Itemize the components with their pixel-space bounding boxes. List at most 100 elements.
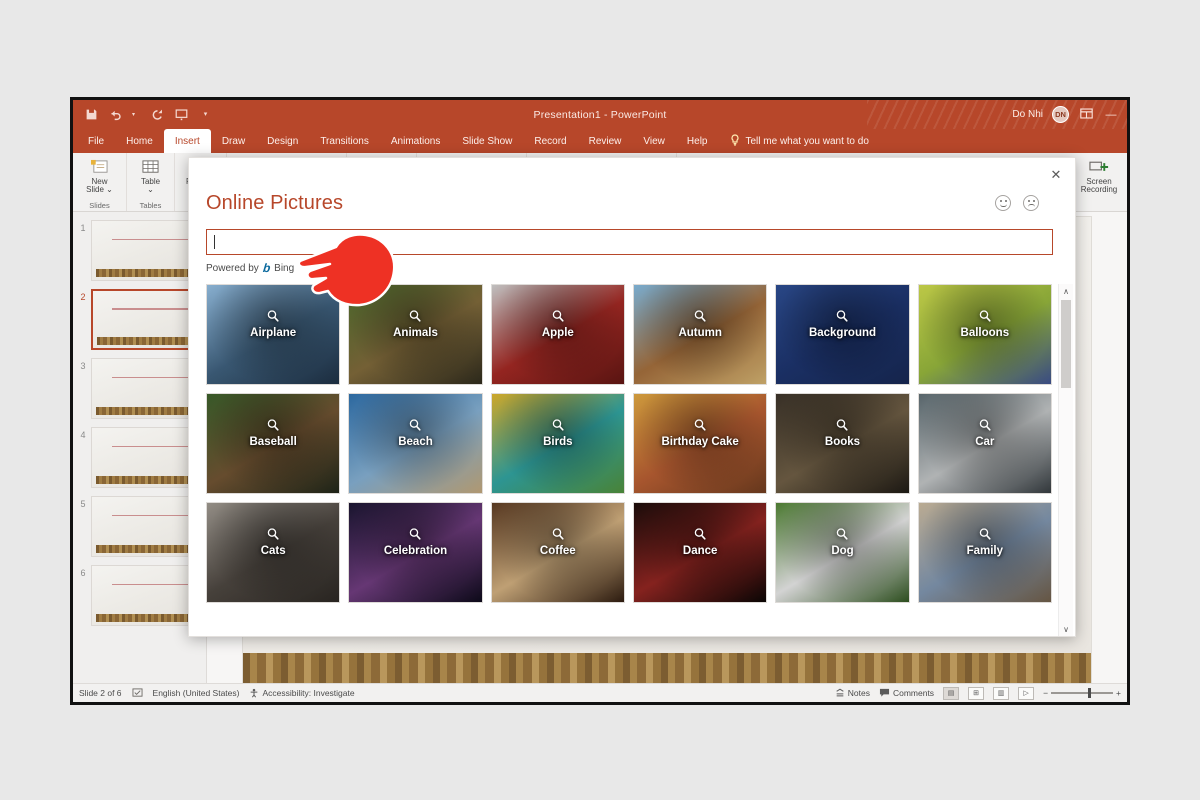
category-tile[interactable]: Coffee bbox=[490, 502, 625, 603]
tab-slide-show[interactable]: Slide Show bbox=[451, 129, 523, 153]
category-tile[interactable]: Celebration bbox=[348, 502, 483, 603]
powered-by-label: Powered by bbox=[206, 262, 259, 274]
category-tile[interactable]: Background bbox=[775, 284, 910, 385]
reading-view-button[interactable]: ▥ bbox=[993, 686, 1010, 700]
category-tile[interactable]: Dog bbox=[775, 502, 910, 603]
list-item[interactable]: 6 bbox=[73, 565, 206, 634]
minimize-icon[interactable]: — bbox=[1103, 109, 1119, 121]
list-item[interactable]: 1 bbox=[73, 220, 206, 289]
tab-review[interactable]: Review bbox=[578, 129, 633, 153]
category-tile[interactable]: Autumn bbox=[632, 284, 768, 385]
search-icon bbox=[978, 309, 992, 323]
zoom-slider[interactable]: − + bbox=[1043, 688, 1121, 699]
category-tile-label: Dance bbox=[682, 545, 718, 557]
list-item[interactable]: 2 bbox=[73, 289, 206, 358]
category-tile[interactable]: Dance bbox=[632, 502, 768, 603]
ribbon-tabs[interactable]: File Home Insert Draw Design Transitions… bbox=[73, 129, 1127, 153]
scroll-down-icon[interactable]: ∨ bbox=[1059, 622, 1073, 636]
slide-number: 3 bbox=[80, 361, 86, 371]
table-button[interactable]: Table ⌄ bbox=[134, 156, 168, 196]
start-slideshow-icon[interactable] bbox=[174, 107, 189, 122]
category-tile[interactable]: Birthday Cake bbox=[632, 393, 768, 494]
new-slide-button[interactable]: New Slide ⌄ bbox=[81, 156, 118, 196]
screenshot-stage: ▾ ▾ Presentation1 - PowerPoint Do Nhi DN… bbox=[0, 0, 1200, 800]
search-icon bbox=[551, 418, 565, 432]
category-tile[interactable]: Cats bbox=[206, 502, 341, 603]
category-tile[interactable]: Beach bbox=[348, 393, 483, 494]
zoom-track[interactable] bbox=[1051, 688, 1114, 699]
undo-icon[interactable] bbox=[108, 107, 123, 122]
search-icon bbox=[693, 527, 707, 541]
save-icon[interactable] bbox=[84, 107, 99, 122]
list-item[interactable]: 3 bbox=[73, 358, 206, 427]
slide-thumbnail-selected[interactable] bbox=[91, 289, 202, 350]
slide-thumbnail-panel[interactable]: 1 2 3 4 5 6 bbox=[73, 212, 207, 702]
slide-thumbnail[interactable] bbox=[91, 496, 202, 557]
list-item[interactable]: 4 bbox=[73, 427, 206, 496]
screen-recording-button[interactable]: Screen Recording bbox=[1076, 156, 1122, 196]
language-label[interactable]: English (United States) bbox=[153, 688, 240, 698]
tab-insert[interactable]: Insert bbox=[163, 129, 211, 153]
lightbulb-icon bbox=[730, 133, 740, 149]
category-tile[interactable]: Baseball bbox=[206, 393, 341, 494]
slide-sorter-button[interactable]: ⊞ bbox=[968, 686, 985, 700]
slide-thumbnail[interactable] bbox=[91, 220, 202, 281]
customize-qat-icon[interactable]: ▾ bbox=[198, 107, 213, 122]
undo-dropdown-icon[interactable]: ▾ bbox=[126, 107, 141, 122]
category-tile-label: Background bbox=[808, 327, 877, 339]
quick-access-toolbar[interactable]: ▾ ▾ bbox=[73, 107, 213, 122]
category-tile[interactable]: Birds bbox=[490, 393, 625, 494]
slide-thumbnail[interactable] bbox=[91, 358, 202, 419]
tab-design[interactable]: Design bbox=[256, 129, 309, 153]
accessibility-label: Accessibility: Investigate bbox=[262, 688, 355, 698]
list-item[interactable]: 5 bbox=[73, 496, 206, 565]
thumb-title-line bbox=[111, 445, 198, 448]
bing-logo-icon: b bbox=[262, 261, 271, 275]
slide-count-label[interactable]: Slide 2 of 6 bbox=[79, 688, 122, 698]
slide-thumbnail[interactable] bbox=[91, 565, 202, 626]
comments-button[interactable]: Comments bbox=[879, 688, 934, 698]
tab-help[interactable]: Help bbox=[676, 129, 719, 153]
spelling-icon[interactable] bbox=[132, 688, 143, 698]
category-tile-label: Family bbox=[966, 545, 1004, 557]
zoom-in-button[interactable]: + bbox=[1116, 688, 1121, 698]
slide-thumbnail[interactable] bbox=[91, 427, 202, 488]
search-icon bbox=[693, 309, 707, 323]
zoom-thumb[interactable] bbox=[1088, 688, 1092, 699]
search-icon bbox=[266, 309, 280, 323]
tab-home[interactable]: Home bbox=[115, 129, 164, 153]
close-icon[interactable]: ✕ bbox=[1047, 166, 1065, 184]
search-icon bbox=[835, 418, 849, 432]
tell-me-box[interactable]: Tell me what you want to do bbox=[718, 129, 869, 153]
notes-button[interactable]: Notes bbox=[835, 688, 870, 698]
feedback-buttons[interactable] bbox=[995, 195, 1039, 211]
bing-label: Bing bbox=[274, 262, 295, 274]
category-tile[interactable]: Balloons bbox=[917, 284, 1052, 385]
feedback-sad-icon[interactable] bbox=[1023, 195, 1039, 211]
feedback-happy-icon[interactable] bbox=[995, 195, 1011, 211]
tab-draw[interactable]: Draw bbox=[211, 129, 256, 153]
group-label-tables: Tables bbox=[139, 201, 162, 210]
scrollbar-thumb[interactable] bbox=[1061, 300, 1071, 388]
category-tile[interactable]: Books bbox=[775, 393, 910, 494]
redo-icon[interactable] bbox=[150, 107, 165, 122]
zoom-out-button[interactable]: − bbox=[1043, 688, 1048, 698]
tab-file[interactable]: File bbox=[77, 129, 115, 153]
scroll-up-icon[interactable]: ∧ bbox=[1059, 284, 1073, 298]
category-tile-grid[interactable]: Airplane Animals Apple Autumn Background Ball… bbox=[189, 284, 1058, 636]
slideshow-button[interactable]: ▷ bbox=[1018, 686, 1035, 700]
category-tile[interactable]: Apple bbox=[490, 284, 625, 385]
category-tile[interactable]: Car bbox=[917, 393, 1052, 494]
tab-view[interactable]: View bbox=[632, 129, 676, 153]
tab-transitions[interactable]: Transitions bbox=[309, 129, 380, 153]
hand-pointer-annotation bbox=[297, 233, 396, 307]
avatar[interactable]: DN bbox=[1052, 106, 1069, 123]
dialog-scrollbar[interactable]: ∧ ∨ bbox=[1058, 284, 1073, 636]
tab-record[interactable]: Record bbox=[523, 129, 577, 153]
normal-view-button[interactable]: ▤ bbox=[943, 686, 960, 700]
ribbon-group-media: Screen Recording bbox=[1073, 153, 1125, 211]
accessibility-status[interactable]: Accessibility: Investigate bbox=[249, 688, 355, 698]
category-tile[interactable]: Family bbox=[917, 502, 1052, 603]
tab-animations[interactable]: Animations bbox=[380, 129, 451, 153]
ribbon-display-options-icon[interactable] bbox=[1078, 107, 1094, 122]
